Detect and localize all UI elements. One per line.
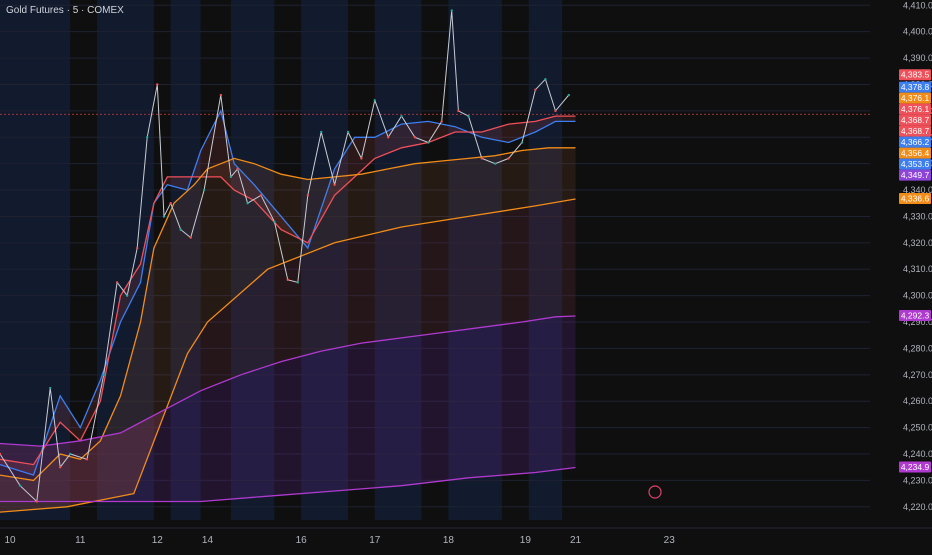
price-point	[544, 77, 547, 81]
price-point	[219, 93, 223, 97]
price-point	[102, 373, 105, 377]
price-point	[18, 484, 22, 487]
price-point	[520, 141, 524, 144]
price-point	[259, 194, 263, 197]
price-point	[146, 136, 149, 139]
price-point	[450, 9, 453, 12]
misc-marks	[648, 485, 662, 499]
y-tick-label: 4,330.0	[903, 211, 932, 221]
price-point	[85, 458, 89, 461]
price-label-text: 4,376.1	[901, 104, 930, 114]
price-point	[360, 157, 363, 160]
price-point	[346, 130, 350, 134]
price-point	[189, 236, 192, 239]
x-tick-label: 19	[520, 535, 532, 546]
price-point	[59, 466, 62, 469]
y-tick-label: 4,310.0	[903, 264, 932, 274]
price-point	[373, 99, 376, 102]
price-point	[236, 167, 239, 171]
x-tick-label: 10	[4, 535, 16, 546]
price-point	[480, 157, 484, 160]
price-point	[179, 228, 182, 231]
price-point	[169, 202, 172, 205]
x-tick-label: 23	[664, 535, 676, 546]
price-label-text: 4,383.5	[901, 70, 930, 80]
price-point	[273, 220, 276, 223]
y-tick-label: 4,320.0	[903, 238, 932, 248]
price-point	[567, 93, 571, 97]
price-point	[427, 141, 430, 144]
y-tick-label: 4,240.0	[903, 449, 932, 459]
price-point	[400, 114, 403, 118]
price-point	[386, 136, 390, 139]
y-tick-label: 4,300.0	[903, 291, 932, 301]
price-label-text: 4,378.8	[901, 82, 930, 92]
price-point	[115, 281, 119, 284]
price-label-text: 4,366.2	[901, 137, 930, 147]
session-band	[0, 0, 71, 520]
price-point	[534, 88, 537, 91]
x-tick-label: 12	[152, 535, 164, 546]
price-point	[467, 114, 470, 118]
price-point	[286, 278, 289, 281]
price-point	[507, 157, 510, 160]
price-point	[48, 386, 52, 390]
time-axis[interactable]: 10 11 12 14 16 17 18 19 21 23	[0, 527, 932, 546]
price-label-text: 4,368.7	[901, 126, 930, 136]
price-label-text: 4,336.6	[901, 194, 930, 204]
x-tick-label: 18	[443, 535, 455, 546]
price-point	[246, 202, 249, 205]
y-tick-label: 4,220.0	[903, 502, 932, 512]
price-label-text: 4,356.4	[901, 148, 930, 158]
price-point	[69, 452, 72, 456]
x-tick-label: 14	[202, 535, 214, 546]
price-point	[35, 500, 39, 503]
price-point	[494, 162, 497, 165]
y-tick-label: 4,250.0	[903, 423, 932, 433]
chart-title: Gold Futures · 5 · COMEX	[6, 5, 124, 16]
price-point	[306, 194, 310, 197]
y-tick-label: 4,270.0	[903, 370, 932, 380]
y-tick-label: 4,410.0	[903, 0, 932, 10]
price-point	[554, 109, 557, 113]
y-tick-label: 4,400.0	[903, 27, 932, 37]
event-marker-icon	[648, 485, 662, 499]
price-point	[135, 246, 139, 250]
price-point	[162, 215, 166, 218]
x-tick-label: 11	[75, 535, 86, 546]
price-point	[229, 175, 233, 179]
price-label-text: 4,353.6	[901, 159, 930, 169]
price-label-text: 4,368.7	[901, 115, 930, 125]
price-label-text: 4,292.3	[901, 310, 930, 320]
price-point	[320, 130, 323, 134]
price-point	[296, 281, 300, 284]
price-label-text: 4,349.7	[901, 170, 930, 180]
price-point	[440, 120, 443, 123]
price-point	[202, 188, 206, 192]
price-point	[156, 83, 159, 86]
chart-svg: 4,220.0 4,230.0 4,240.0 4,250.0 4,260.0 4,270…	[0, 0, 932, 546]
x-tick-label: 21	[570, 535, 582, 546]
price-point	[125, 294, 129, 297]
price-point	[333, 183, 336, 186]
price-label-text: 4,376.1	[901, 93, 930, 103]
y-tick-label: 4,280.0	[903, 343, 932, 353]
y-tick-label: 4,260.0	[903, 396, 932, 406]
x-tick-label: 16	[296, 535, 308, 546]
chart-area[interactable]: 4,220.0 4,230.0 4,240.0 4,250.0 4,260.0 4,270…	[0, 0, 932, 550]
price-label-text: 4,234.9	[901, 462, 930, 472]
price-point	[457, 109, 460, 113]
y-tick-label: 4,390.0	[903, 53, 932, 63]
y-tick-label: 4,230.0	[903, 475, 932, 485]
x-tick-label: 17	[369, 535, 381, 546]
price-point	[413, 136, 417, 139]
